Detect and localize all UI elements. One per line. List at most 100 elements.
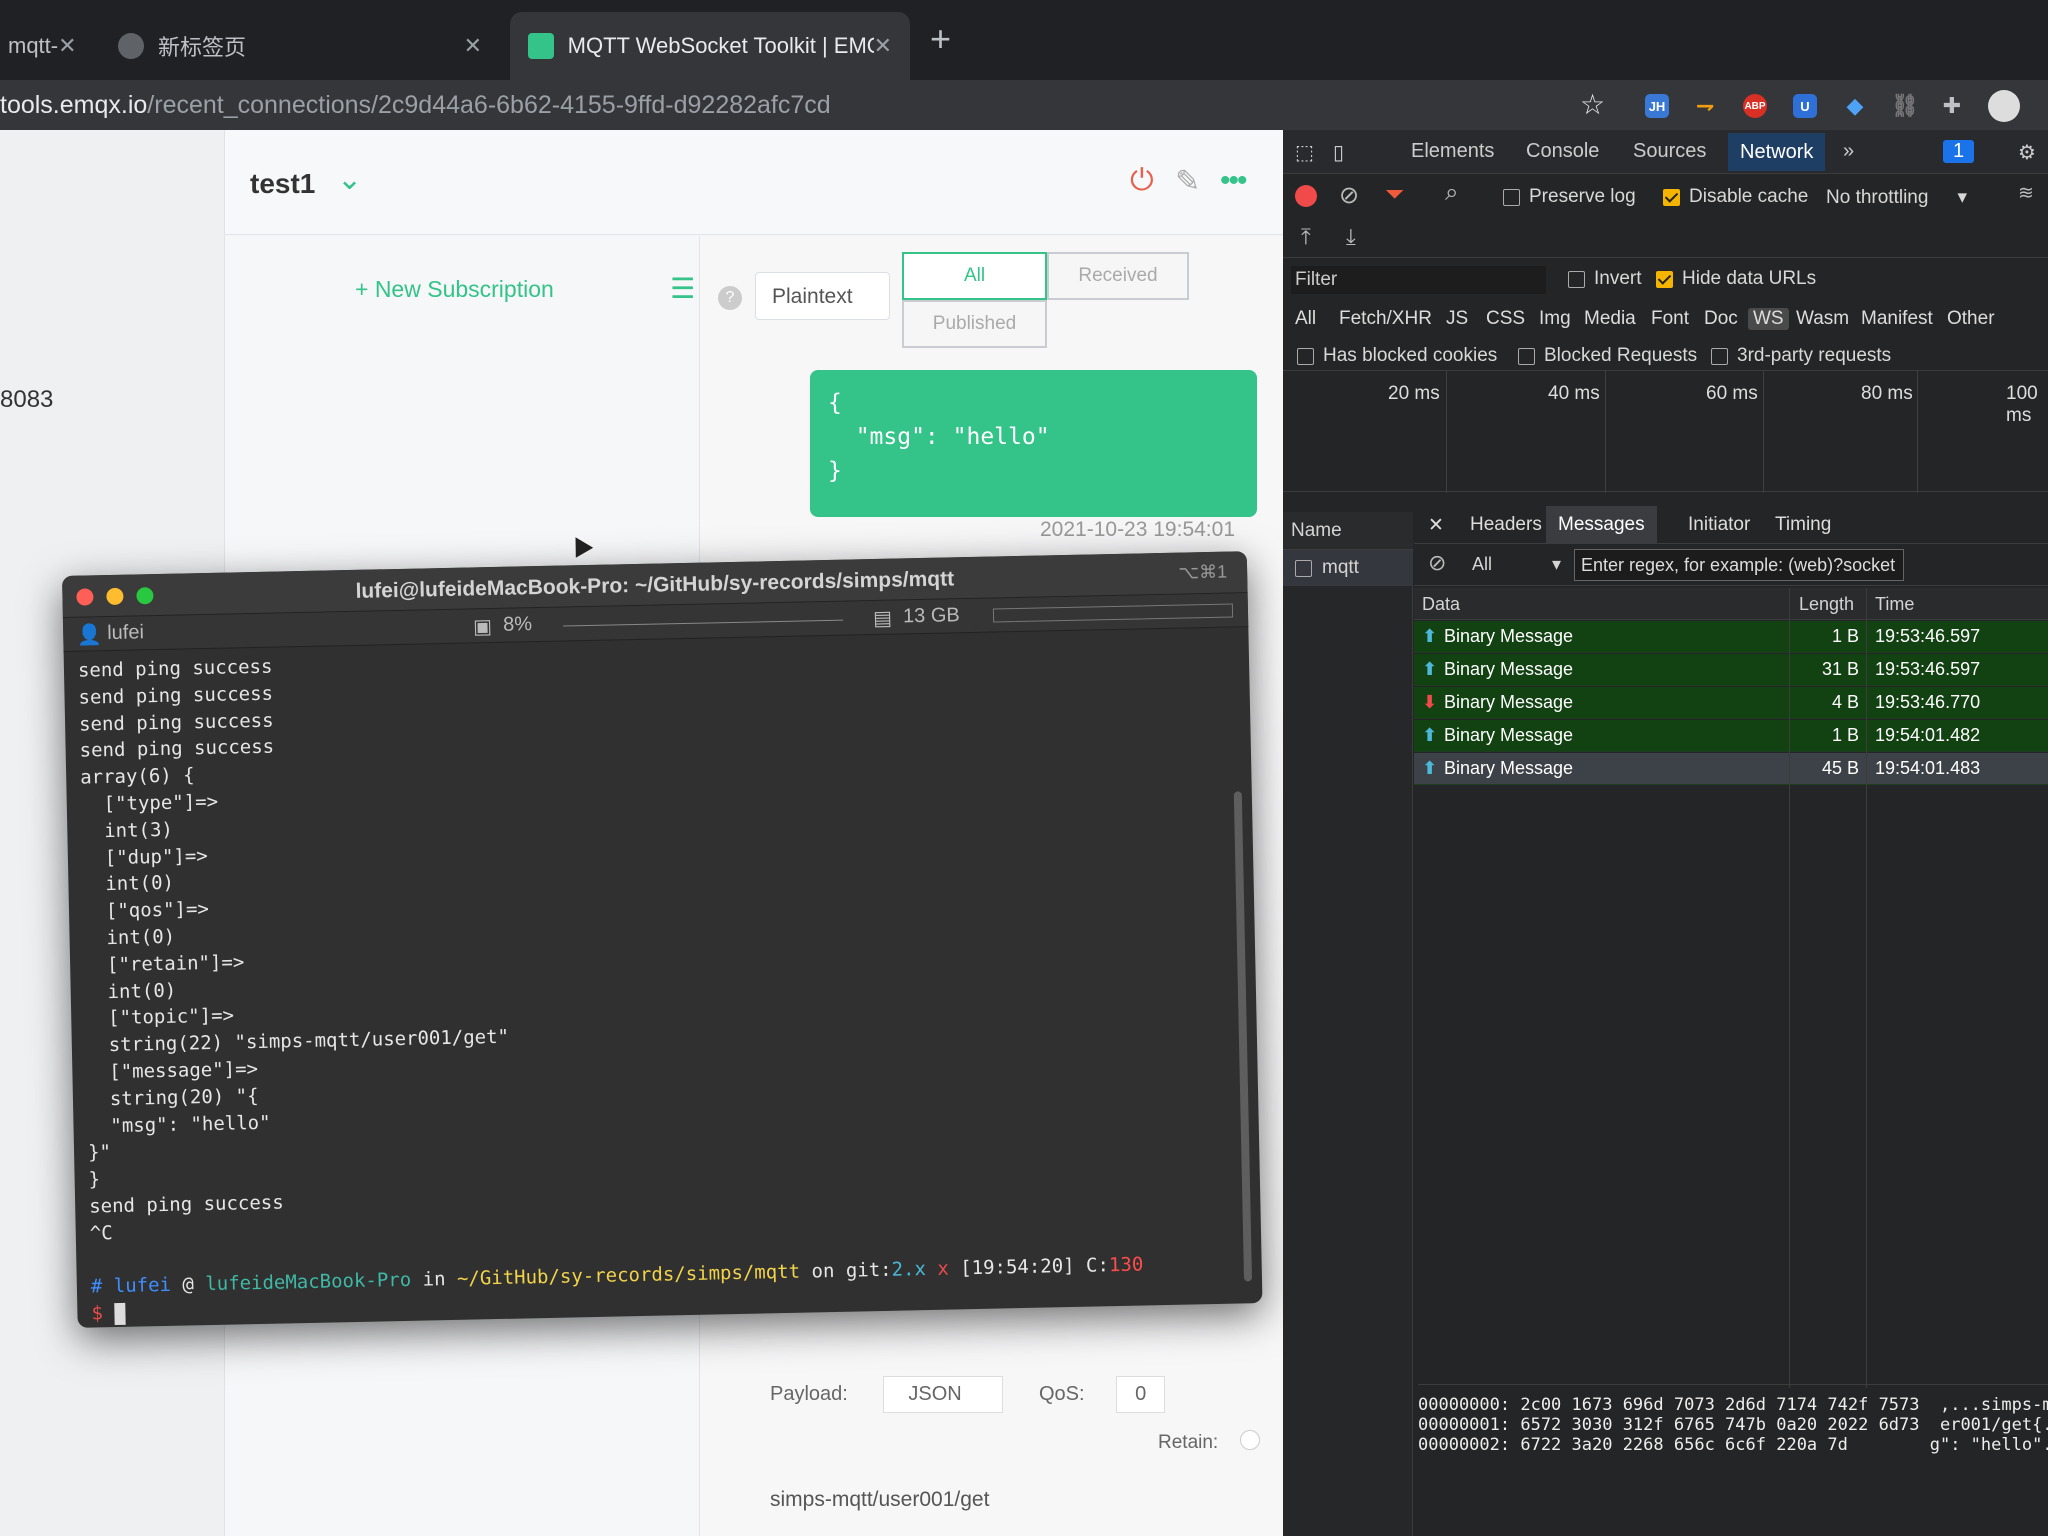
extension-grid-icon[interactable]: ◆	[1843, 93, 1867, 118]
has-blocked-cookies-checkbox[interactable]: Has blocked cookies	[1297, 345, 1497, 367]
type-js[interactable]: JS	[1446, 308, 1468, 330]
col-length-header[interactable]: Length	[1799, 594, 1854, 615]
checkbox-box	[1518, 347, 1535, 365]
message-row[interactable]: ⬆ Binary Message 1 B 19:53:46.597	[1414, 621, 2048, 653]
upload-icon[interactable]: ⤒	[1301, 224, 1311, 250]
tab-initiator[interactable]: Initiator	[1688, 514, 1750, 536]
globe-icon	[118, 33, 144, 59]
type-doc[interactable]: Doc	[1704, 308, 1738, 330]
extension-link-icon[interactable]: ⛓	[1891, 93, 1919, 118]
filter-received-button[interactable]: Received	[1047, 252, 1189, 300]
tab-messages[interactable]: Messages	[1546, 506, 1657, 544]
connection-port-text: 8083	[0, 386, 54, 413]
tab-elements[interactable]: Elements	[1411, 140, 1494, 163]
type-manifest[interactable]: Manifest	[1861, 308, 1933, 330]
message-row[interactable]: ⬆ Binary Message 31 B 19:53:46.597	[1414, 654, 2048, 686]
extensions-puzzle-icon[interactable]: ✚	[1940, 93, 1964, 118]
retain-checkbox[interactable]	[1240, 1430, 1260, 1450]
clear-messages-icon[interactable]: ⊘	[1428, 550, 1446, 576]
devtools-tab-bar: ⬚ ▯ Elements Console Sources Network » 1…	[1283, 130, 2048, 174]
close-icon[interactable]: ✕	[58, 33, 76, 59]
publish-topic-input[interactable]: simps-mqtt/user001/get	[770, 1488, 989, 1512]
network-timeline[interactable]: 20 ms 40 ms 60 ms 80 ms 100 ms	[1283, 370, 2048, 493]
type-wasm[interactable]: Wasm	[1796, 308, 1849, 330]
request-row-mqtt[interactable]: mqtt	[1283, 550, 1413, 586]
message-data: Binary Message	[1444, 758, 1574, 778]
disable-cache-checkbox[interactable]: Disable cache	[1663, 186, 1808, 208]
filter-funnel-icon[interactable]: ⏷	[1385, 181, 1404, 209]
type-all[interactable]: All	[1295, 308, 1316, 330]
filter-all-button[interactable]: All	[902, 252, 1047, 300]
chevron-double-down-icon[interactable]: ⌄	[337, 162, 362, 197]
tab-mqtt-toolkit[interactable]: MQTT WebSocket Toolkit | EMQ ✕	[510, 12, 910, 80]
tab-console[interactable]: Console	[1526, 140, 1599, 163]
type-font[interactable]: Font	[1651, 308, 1689, 330]
tab-mqtt[interactable]: mqtt- ✕	[0, 12, 90, 80]
arrow-up-icon: ⬆	[1422, 626, 1438, 646]
tab-headers[interactable]: Headers	[1470, 514, 1542, 536]
tab-timing[interactable]: Timing	[1775, 514, 1831, 536]
message-row[interactable]: ⬆ Binary Message 1 B 19:54:01.482	[1414, 720, 2048, 752]
url-field[interactable]: tools.emqx.io/recent_connections/2c9d44a…	[0, 86, 1600, 124]
message-length: 1 B	[1831, 725, 1859, 745]
collapse-menu-icon[interactable]: ☰	[670, 272, 695, 305]
extension-jh-icon[interactable]: JH	[1645, 94, 1669, 118]
close-icon[interactable]: ✕	[464, 33, 482, 59]
terminal-output[interactable]: send ping success send ping success send…	[78, 634, 1242, 1325]
type-other[interactable]: Other	[1947, 308, 1995, 330]
edit-icon[interactable]: ✎	[1175, 164, 1200, 199]
more-icon[interactable]: •••	[1220, 164, 1247, 198]
payload-type-select[interactable]: JSON	[883, 1376, 1004, 1413]
type-css[interactable]: CSS	[1486, 308, 1525, 330]
qos-select[interactable]: 0	[1116, 1376, 1166, 1413]
type-ws[interactable]: WS	[1748, 308, 1789, 330]
message-type-select[interactable]: All ▾	[1472, 554, 1561, 575]
help-icon[interactable]: ?	[718, 286, 742, 310]
message-row[interactable]: ⬆ Binary Message 45 B 19:54:01.483	[1414, 753, 2048, 785]
device-toolbar-icon[interactable]: ▯	[1333, 140, 1344, 165]
tab-sources[interactable]: Sources	[1633, 140, 1706, 163]
inspect-element-icon[interactable]: ⬚	[1295, 140, 1314, 165]
type-media[interactable]: Media	[1584, 308, 1636, 330]
blocked-requests-checkbox[interactable]: Blocked Requests	[1518, 345, 1697, 367]
tab-network[interactable]: Network	[1728, 133, 1826, 171]
extension-adblock-icon[interactable]: ABP	[1743, 94, 1767, 118]
close-icon[interactable]: ✕	[874, 33, 892, 59]
message-time: 19:53:46.770	[1875, 692, 1981, 712]
bookmark-star-icon[interactable]: ☆	[1580, 88, 1605, 121]
extension-shield-icon[interactable]: U	[1793, 94, 1817, 118]
disconnect-power-icon[interactable]: ⏻	[1130, 164, 1154, 198]
download-icon[interactable]: ⤓	[1346, 224, 1356, 250]
filter-input[interactable]: Filter	[1291, 266, 1546, 294]
type-fetch-xhr[interactable]: Fetch/XHR	[1339, 308, 1432, 330]
search-icon[interactable]: ⌕	[1445, 179, 1458, 207]
col-time-header[interactable]: Time	[1875, 594, 1914, 615]
regex-filter-input[interactable]: Enter regex, for example: (web)?socket	[1574, 549, 1904, 581]
settings-gear-icon[interactable]: ⚙	[2018, 140, 2036, 165]
throttling-select[interactable]: No throttling ▾	[1826, 186, 1967, 209]
tab-new-tab[interactable]: 新标签页 ✕	[100, 12, 500, 80]
invert-checkbox[interactable]: Invert	[1568, 268, 1642, 290]
new-tab-button[interactable]: +	[930, 18, 951, 60]
clear-icon[interactable]: ⊘	[1339, 181, 1359, 210]
issues-badge[interactable]: 1	[1943, 140, 1975, 163]
name-header[interactable]: Name	[1283, 512, 1413, 550]
message-row[interactable]: ⬇ Binary Message 4 B 19:53:46.770	[1414, 687, 2048, 719]
hide-data-urls-checkbox[interactable]: Hide data URLs	[1656, 268, 1816, 290]
profile-avatar[interactable]	[1988, 90, 2020, 122]
extension-arrow-icon[interactable]: ⇁	[1693, 93, 1717, 118]
type-img[interactable]: Img	[1539, 308, 1571, 330]
filter-published-button[interactable]: Published	[902, 300, 1047, 348]
third-party-checkbox[interactable]: 3rd-party requests	[1711, 345, 1891, 367]
payload-format-select[interactable]: Plaintext	[755, 272, 890, 320]
prompt-user: lufei	[113, 1274, 172, 1298]
preserve-log-checkbox[interactable]: Preserve log	[1503, 186, 1636, 208]
new-subscription-button[interactable]: + New Subscription	[355, 276, 554, 303]
tab-title: mqtt-	[8, 33, 59, 58]
record-icon[interactable]	[1295, 185, 1317, 207]
network-conditions-icon[interactable]: ≋	[2018, 182, 2034, 205]
close-detail-icon[interactable]: ✕	[1428, 514, 1444, 537]
more-tabs-icon[interactable]: »	[1843, 140, 1854, 163]
col-data-header[interactable]: Data	[1422, 594, 1460, 615]
retain-label: Retain:	[1158, 1432, 1219, 1453]
